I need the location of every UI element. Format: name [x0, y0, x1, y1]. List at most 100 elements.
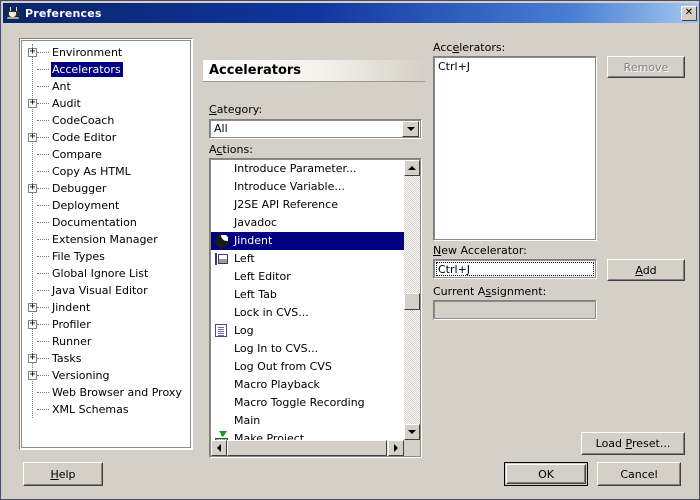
list-item[interactable]: 0101 Make Project	[211, 430, 404, 440]
tree-connector	[37, 375, 49, 377]
sidebar-item-audit[interactable]: Audit	[24, 95, 190, 112]
list-item[interactable]: Log Out from CVS	[211, 358, 404, 376]
cancel-button-label: Cancel	[620, 468, 657, 481]
left-panel-icon	[214, 251, 230, 267]
chevron-down-icon[interactable]	[402, 121, 419, 137]
coffee-cup-icon	[6, 5, 22, 21]
action-label: Left	[234, 252, 255, 266]
tree-spacer	[28, 201, 37, 210]
expand-icon[interactable]	[28, 371, 37, 380]
remove-button[interactable]: Remove	[607, 56, 685, 78]
scroll-left-icon[interactable]	[211, 440, 227, 456]
sidebar-item-extension-manager[interactable]: Extension Manager	[24, 231, 190, 248]
list-item[interactable]: Left Tab	[211, 286, 404, 304]
action-label: Macro Toggle Recording	[234, 396, 365, 410]
list-item[interactable]: Lock in CVS...	[211, 304, 404, 322]
sidebar-item-file-types[interactable]: File Types	[24, 248, 190, 265]
sidebar-item-tasks[interactable]: Tasks	[24, 350, 190, 367]
list-item[interactable]: J2SE API Reference	[211, 196, 404, 214]
no-icon	[214, 197, 230, 213]
list-item[interactable]: Log	[211, 322, 404, 340]
close-icon[interactable]: ✕	[681, 6, 697, 21]
sidebar-item-web-browser-and-proxy[interactable]: Web Browser and Proxy	[24, 384, 190, 401]
sidebar-item-codecoach[interactable]: CodeCoach	[24, 112, 190, 129]
sidebar-item-global-ignore-list[interactable]: Global Ignore List	[24, 265, 190, 282]
action-label: Left Editor	[234, 270, 291, 284]
accelerators-list[interactable]: Ctrl+J	[433, 56, 597, 241]
hscroll-thumb[interactable]	[227, 440, 387, 456]
list-item[interactable]: Introduce Variable...	[211, 178, 404, 196]
sidebar-item-environment[interactable]: Environment	[24, 44, 190, 61]
current-assignment-label: Current Assignment:	[433, 285, 546, 298]
list-item[interactable]: Log In to CVS...	[211, 340, 404, 358]
sidebar-item-xml-schemas[interactable]: XML Schemas	[24, 401, 190, 418]
tree-spacer	[28, 167, 37, 176]
preferences-tree-list: Environment Accelerators Ant	[24, 44, 190, 418]
sidebar-item-label: XML Schemas	[51, 402, 131, 417]
list-item-selected[interactable]: Jindent	[211, 232, 404, 250]
expand-icon[interactable]	[28, 184, 37, 193]
actions-horizontal-scrollbar[interactable]	[211, 440, 404, 456]
list-item[interactable]: Main	[211, 412, 404, 430]
expand-icon[interactable]	[28, 99, 37, 108]
action-label: Introduce Variable...	[234, 180, 345, 194]
category-dropdown[interactable]: All	[209, 119, 422, 139]
sidebar-item-label: Jindent	[51, 300, 92, 315]
sidebar-item-ant[interactable]: Ant	[24, 78, 190, 95]
sidebar-item-code-editor[interactable]: Code Editor	[24, 129, 190, 146]
add-button[interactable]: Add	[607, 259, 685, 281]
expand-icon[interactable]	[28, 133, 37, 142]
sidebar-item-label: Versioning	[51, 368, 111, 383]
expand-icon[interactable]	[28, 303, 37, 312]
sidebar-item-copy-as-html[interactable]: Copy As HTML	[24, 163, 190, 180]
tree-connector	[37, 154, 49, 156]
sidebar-item-versioning[interactable]: Versioning	[24, 367, 190, 384]
tree-connector	[37, 341, 49, 343]
sidebar-item-documentation[interactable]: Documentation	[24, 214, 190, 231]
scroll-up-icon[interactable]	[404, 160, 420, 176]
scroll-right-icon[interactable]	[388, 440, 404, 456]
sidebar-item-label: File Types	[51, 249, 107, 264]
sidebar-item-jindent[interactable]: Jindent	[24, 299, 190, 316]
new-accelerator-label: New Accelerator:	[433, 244, 527, 257]
sidebar-item-label: Debugger	[51, 181, 108, 196]
title-bar[interactable]: Preferences ✕	[3, 3, 699, 23]
actions-vertical-scrollbar[interactable]	[404, 160, 420, 440]
sidebar-item-java-visual-editor[interactable]: Java Visual Editor	[24, 282, 190, 299]
current-assignment-field	[433, 300, 597, 320]
action-label: Main	[234, 414, 260, 428]
tree-connector	[37, 392, 49, 394]
vscroll-thumb[interactable]	[404, 293, 420, 310]
list-item[interactable]: Macro Playback	[211, 376, 404, 394]
actions-list[interactable]: Introduce Parameter... Introduce Variabl…	[209, 158, 422, 458]
jindent-icon	[214, 233, 230, 249]
list-item[interactable]: Left Editor	[211, 268, 404, 286]
load-preset-button[interactable]: Load Preset...	[581, 432, 685, 455]
sidebar-item-debugger[interactable]: Debugger	[24, 180, 190, 197]
sidebar-item-label: Ant	[51, 79, 73, 94]
expand-icon[interactable]	[28, 320, 37, 329]
sidebar-item-accelerators[interactable]: Accelerators	[24, 61, 190, 78]
tree-connector	[37, 324, 49, 326]
new-accelerator-input[interactable]: Ctrl+J	[433, 259, 597, 279]
list-item[interactable]: Macro Toggle Recording	[211, 394, 404, 412]
sidebar-item-deployment[interactable]: Deployment	[24, 197, 190, 214]
cancel-button[interactable]: Cancel	[597, 462, 681, 486]
list-item[interactable]: Introduce Parameter...	[211, 160, 404, 178]
sidebar-item-label: Audit	[51, 96, 83, 111]
expand-icon[interactable]	[28, 48, 37, 57]
list-item[interactable]: Javadoc	[211, 214, 404, 232]
preferences-tree[interactable]: Environment Accelerators Ant	[19, 38, 193, 450]
list-item[interactable]: Left	[211, 250, 404, 268]
page-title: Accelerators	[203, 60, 425, 81]
sidebar-item-profiler[interactable]: Profiler	[24, 316, 190, 333]
sidebar-item-label: Compare	[51, 147, 104, 162]
ok-button[interactable]: OK	[504, 462, 588, 486]
help-button[interactable]: Help	[23, 462, 103, 486]
expand-icon[interactable]	[28, 354, 37, 363]
action-label: Log	[234, 324, 254, 338]
sidebar-item-compare[interactable]: Compare	[24, 146, 190, 163]
accelerator-item[interactable]: Ctrl+J	[437, 60, 595, 74]
sidebar-item-runner[interactable]: Runner	[24, 333, 190, 350]
scroll-down-icon[interactable]	[404, 424, 420, 440]
